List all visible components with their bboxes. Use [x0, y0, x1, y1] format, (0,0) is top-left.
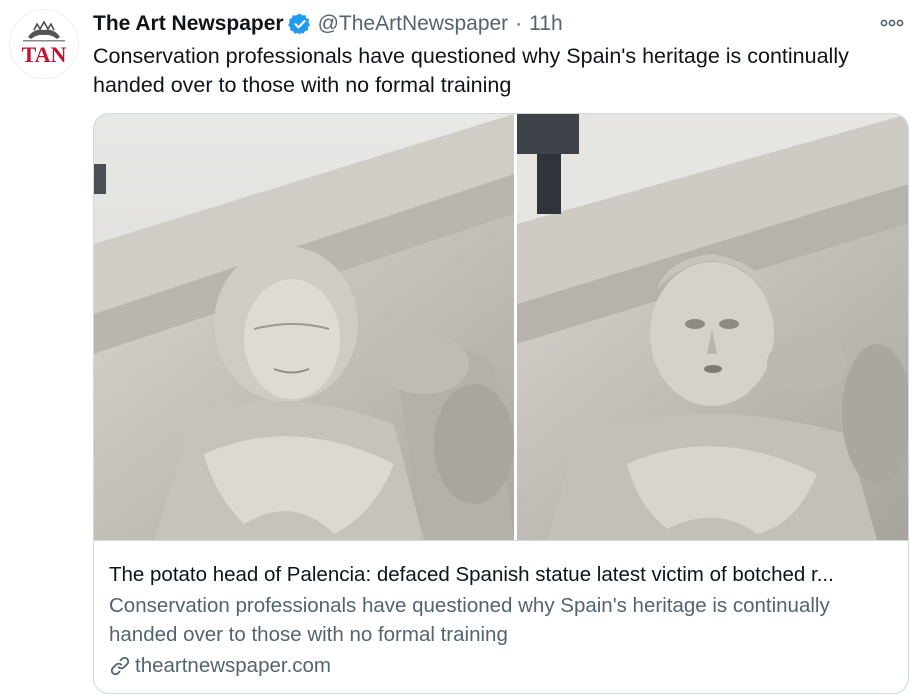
avatar-text: TAN: [22, 42, 67, 67]
author-name[interactable]: The Art Newspaper: [93, 12, 284, 36]
card-title[interactable]: The potato head of Palencia: defaced Spa…: [109, 561, 889, 589]
tweet-text: Conservation professionals have question…: [93, 44, 849, 97]
card-domain-text: theartnewspaper.com: [135, 654, 332, 677]
separator: ·: [515, 12, 523, 35]
link-icon: [110, 656, 130, 676]
avatar[interactable]: TAN: [9, 9, 79, 79]
card-media: [94, 114, 908, 540]
verified-badge-icon: [287, 13, 310, 35]
card-description: Conservation professionals have question…: [109, 594, 830, 646]
tweet-header: The Art Newspaper @TheArtNewspaper · 11h: [93, 9, 563, 39]
tan-logo: TAN: [10, 10, 78, 78]
statue-before-image: [94, 114, 514, 540]
more-options-icon[interactable]: [877, 8, 907, 38]
card-domain[interactable]: theartnewspaper.com: [109, 654, 331, 678]
card-body: The potato head of Palencia: defaced Spa…: [94, 540, 908, 693]
statue-after-image: [517, 114, 908, 540]
timestamp[interactable]: 11h: [529, 12, 562, 36]
author-handle[interactable]: @TheArtNewspaper: [318, 12, 509, 36]
link-card[interactable]: The potato head of Palencia: defaced Spa…: [93, 113, 909, 694]
